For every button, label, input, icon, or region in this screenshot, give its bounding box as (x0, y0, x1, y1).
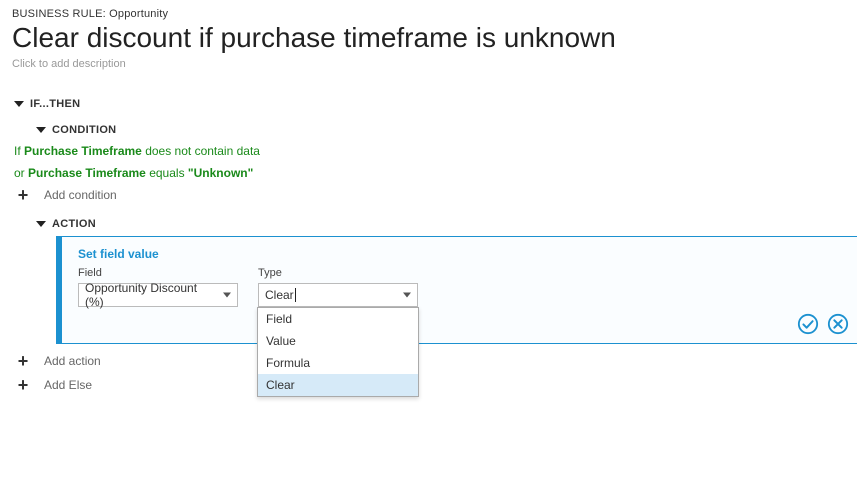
type-select-value: Clear (265, 288, 296, 302)
condition-prefix: or (14, 166, 25, 180)
condition-line[interactable]: or Purchase Timeframe equals "Unknown" (14, 166, 845, 180)
type-option-formula[interactable]: Formula (258, 352, 418, 374)
dropdown-arrow-icon (223, 293, 231, 298)
add-action-label: Add action (44, 354, 101, 368)
type-option-field[interactable]: Field (258, 308, 418, 330)
condition-prefix: If (14, 144, 21, 158)
add-condition-button[interactable]: + Add condition (14, 188, 845, 202)
field-label: Field (78, 267, 238, 279)
field-select[interactable]: Opportunity Discount (%) (78, 283, 238, 307)
add-action-button[interactable]: + Add action (14, 354, 845, 368)
description-placeholder[interactable]: Click to add description (12, 58, 845, 70)
add-condition-label: Add condition (44, 188, 117, 202)
add-else-button[interactable]: + Add Else (14, 378, 845, 392)
x-circle-icon (827, 313, 849, 335)
plus-icon: + (14, 378, 32, 392)
type-option-clear[interactable]: Clear (258, 374, 418, 396)
condition-field: Purchase Timeframe (28, 166, 146, 180)
action-card-title: Set field value (78, 247, 845, 261)
ifthen-header: IF...THEN (30, 98, 80, 110)
action-card: Set field value Field Opportunity Discou… (56, 236, 857, 344)
caret-icon[interactable] (36, 221, 46, 227)
breadcrumb-entity: Opportunity (109, 8, 168, 20)
plus-icon: + (14, 188, 32, 202)
plus-icon: + (14, 354, 32, 368)
action-header: ACTION (52, 218, 96, 230)
add-else-label: Add Else (44, 378, 92, 392)
condition-value: "Unknown" (188, 166, 253, 180)
type-select[interactable]: Clear (258, 283, 418, 307)
condition-header: CONDITION (52, 124, 116, 136)
dropdown-arrow-icon (403, 293, 411, 298)
condition-op: equals (149, 166, 184, 180)
condition-line[interactable]: If Purchase Timeframe does not contain d… (14, 144, 845, 158)
caret-icon[interactable] (14, 101, 24, 107)
breadcrumb-prefix: BUSINESS RULE: (12, 8, 106, 20)
type-label: Type (258, 267, 418, 279)
page-title: Clear discount if purchase timeframe is … (12, 22, 845, 54)
condition-field: Purchase Timeframe (24, 144, 142, 158)
cancel-button[interactable] (827, 313, 849, 335)
type-option-value[interactable]: Value (258, 330, 418, 352)
caret-icon[interactable] (36, 127, 46, 133)
confirm-button[interactable] (797, 313, 819, 335)
check-circle-icon (797, 313, 819, 335)
condition-op: does not contain data (145, 144, 260, 158)
breadcrumb: BUSINESS RULE: Opportunity (12, 8, 845, 20)
type-dropdown: Field Value Formula Clear (257, 307, 419, 397)
field-select-value: Opportunity Discount (%) (85, 281, 215, 309)
